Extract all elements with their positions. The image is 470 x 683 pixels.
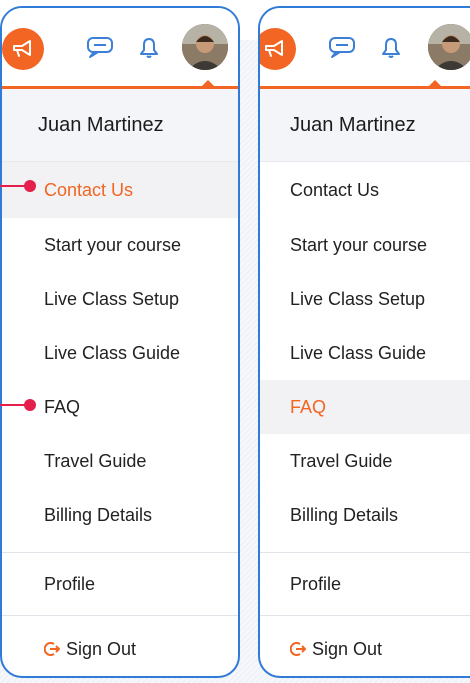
sign-out-label: Sign Out — [312, 638, 383, 659]
menu-item-live-class-guide[interactable]: Live Class Guide — [260, 326, 470, 380]
sign-out-button[interactable]: Sign Out — [2, 616, 238, 676]
menu-item-live-class-guide[interactable]: Live Class Guide — [2, 326, 238, 380]
menu-item-billing-details[interactable]: Billing Details — [260, 488, 470, 542]
menu-item-profile[interactable]: Profile — [2, 553, 238, 616]
avatar[interactable] — [182, 24, 228, 70]
menu-list: Contact Us Start your course Live Class … — [260, 162, 470, 542]
menu-item-live-class-setup[interactable]: Live Class Setup — [260, 272, 470, 326]
megaphone-icon[interactable] — [2, 28, 44, 70]
callout-dot — [24, 399, 36, 411]
bell-icon[interactable] — [380, 36, 402, 60]
dropdown-caret — [428, 80, 442, 87]
menu-item-travel-guide[interactable]: Travel Guide — [260, 434, 470, 488]
user-name: Juan Martinez — [2, 89, 238, 162]
callout-pointer-faq — [0, 399, 36, 411]
menu-item-contact-us[interactable]: Contact Us — [2, 162, 238, 218]
menu-item-faq[interactable]: FAQ — [2, 380, 238, 434]
sign-out-icon — [290, 641, 306, 657]
menu-list: Contact Us Start your course Live Class … — [2, 162, 238, 542]
sign-out-button[interactable]: Sign Out — [260, 616, 470, 676]
chat-icon[interactable] — [324, 36, 358, 60]
menu-item-faq[interactable]: FAQ — [260, 380, 470, 434]
avatar[interactable] — [428, 24, 470, 70]
callout-dot — [24, 180, 36, 192]
megaphone-icon[interactable] — [260, 28, 296, 70]
menu-item-start-course[interactable]: Start your course — [2, 218, 238, 272]
menu-item-travel-guide[interactable]: Travel Guide — [2, 434, 238, 488]
account-dropdown-right: Juan Martinez Contact Us Start your cour… — [258, 6, 470, 678]
sign-out-label: Sign Out — [66, 638, 137, 659]
menu-item-start-course[interactable]: Start your course — [260, 218, 470, 272]
dropdown-caret — [201, 80, 215, 87]
header-bar — [260, 8, 470, 89]
menu-item-live-class-setup[interactable]: Live Class Setup — [2, 272, 238, 326]
menu-item-billing-details[interactable]: Billing Details — [2, 488, 238, 542]
user-name: Juan Martinez — [260, 89, 470, 162]
sign-out-icon — [44, 641, 60, 657]
chat-icon[interactable] — [82, 36, 116, 60]
header-bar — [2, 8, 238, 89]
menu-item-profile[interactable]: Profile — [260, 553, 470, 616]
callout-pointer-contact-us — [0, 180, 36, 192]
account-dropdown-left: Juan Martinez Contact Us Start your cour… — [0, 6, 240, 678]
menu-item-contact-us[interactable]: Contact Us — [260, 162, 470, 218]
bell-icon[interactable] — [138, 36, 160, 60]
